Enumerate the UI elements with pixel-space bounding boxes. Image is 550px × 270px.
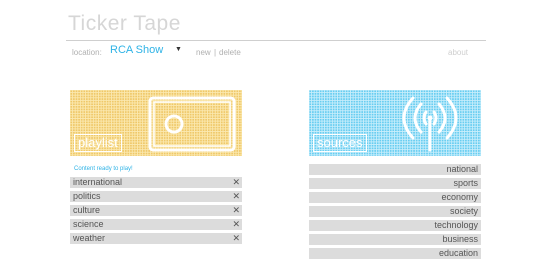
close-icon[interactable]: ✕ (232, 191, 240, 202)
source-item[interactable]: society (309, 206, 481, 217)
link-separator: | (214, 48, 217, 57)
source-item[interactable]: national (309, 164, 481, 175)
playlist-status-hint: Content ready to play! (74, 166, 133, 172)
delete-location-link[interactable]: delete (219, 48, 241, 57)
broadcast-antenna-icon (402, 96, 458, 152)
playlist-tile[interactable]: playlist (70, 90, 242, 156)
location-label: location: (72, 48, 102, 57)
close-icon[interactable]: ✕ (232, 233, 240, 244)
playlist-item[interactable]: politics ✕ (70, 191, 242, 202)
close-icon[interactable]: ✕ (232, 205, 240, 216)
sources-label: sources (313, 134, 367, 152)
title-divider (66, 40, 486, 41)
playlist-item[interactable]: weather ✕ (70, 233, 242, 244)
source-item[interactable]: economy (309, 192, 481, 203)
app-title: Ticker Tape (68, 12, 181, 35)
playlist-item[interactable]: culture ✕ (70, 205, 242, 216)
new-location-link[interactable]: new (196, 48, 211, 57)
playlist-item-label: science (73, 219, 104, 229)
playlist-label: playlist (74, 134, 122, 152)
source-item[interactable]: business (309, 234, 481, 245)
sources-tile[interactable]: sources (309, 90, 481, 156)
playlist-item-label: politics (73, 191, 101, 201)
playlist-item[interactable]: international ✕ (70, 177, 242, 188)
close-icon[interactable]: ✕ (232, 177, 240, 188)
close-icon[interactable]: ✕ (232, 219, 240, 230)
playlist-item-label: international (73, 177, 123, 187)
tv-screen-icon (148, 96, 236, 152)
playlist-item-label: weather (73, 233, 106, 243)
playlist-item[interactable]: science ✕ (70, 219, 242, 230)
source-item[interactable]: technology (309, 220, 481, 231)
caret-down-icon[interactable]: ▼ (175, 46, 182, 53)
source-item[interactable]: education (309, 248, 481, 259)
source-list: national sports economy society technolo… (309, 164, 481, 262)
playlist-item-label: culture (73, 205, 101, 215)
source-item[interactable]: sports (309, 178, 481, 189)
location-select[interactable]: RCA Show (110, 44, 163, 56)
playlist-list: international ✕ politics ✕ culture ✕ sci… (70, 177, 242, 247)
about-link[interactable]: about (448, 48, 468, 57)
